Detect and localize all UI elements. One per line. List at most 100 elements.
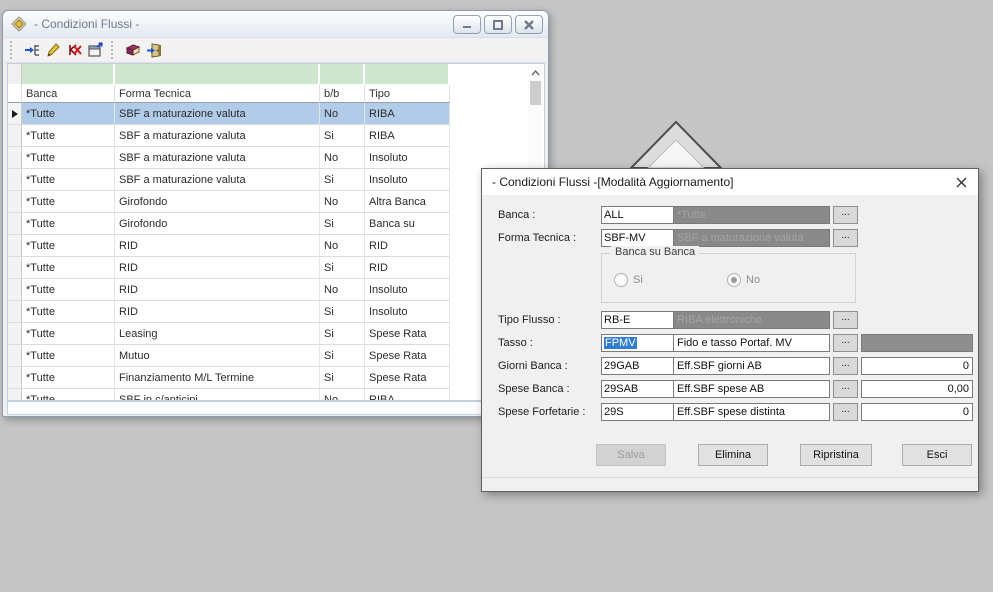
delete-record-button[interactable]: [63, 40, 84, 60]
table-row[interactable]: *TutteSBF in c/anticipiNoRIBA: [8, 389, 450, 401]
cell[interactable]: RID: [115, 279, 320, 301]
cell[interactable]: SBF a maturazione valuta: [115, 147, 320, 169]
cell[interactable]: RID: [115, 301, 320, 323]
table-row[interactable]: *TutteSBF a maturazione valutaSiRIBA: [8, 125, 450, 147]
table-row[interactable]: *TutteGirofondoNoAltra Banca: [8, 191, 450, 213]
cell[interactable]: Si: [320, 345, 365, 367]
cell[interactable]: RID: [115, 257, 320, 279]
row-selector-cell[interactable]: [8, 301, 22, 323]
scroll-up-button[interactable]: [528, 67, 543, 79]
filter-cell-bb[interactable]: [320, 64, 365, 85]
cell[interactable]: SBF a maturazione valuta: [115, 169, 320, 191]
lookup-ellipsis-button[interactable]: ...: [833, 311, 858, 329]
cell[interactable]: Leasing: [115, 323, 320, 345]
cell[interactable]: *Tutte: [22, 345, 115, 367]
table-row[interactable]: *TutteRIDSiRID: [8, 257, 450, 279]
cell[interactable]: No: [320, 103, 365, 125]
properties-button[interactable]: [84, 40, 105, 60]
cell[interactable]: No: [320, 279, 365, 301]
table-row[interactable]: *TutteGirofondoSiBanca su: [8, 213, 450, 235]
cell[interactable]: Spese Rata: [365, 367, 450, 389]
row-selector-cell[interactable]: [8, 103, 22, 125]
cell[interactable]: No: [320, 191, 365, 213]
exit-button[interactable]: [143, 40, 164, 60]
maximize-button[interactable]: [484, 15, 512, 34]
code-input[interactable]: ALL: [601, 206, 674, 224]
cell[interactable]: Girofondo: [115, 191, 320, 213]
cell[interactable]: Spese Rata: [365, 323, 450, 345]
main-titlebar[interactable]: - Condizioni Flussi -: [3, 11, 548, 38]
cell[interactable]: *Tutte: [22, 125, 115, 147]
filter-cell-formatecnica[interactable]: [115, 64, 320, 85]
cell[interactable]: No: [320, 389, 365, 401]
cell[interactable]: Banca su: [365, 213, 450, 235]
cell[interactable]: *Tutte: [22, 279, 115, 301]
value-input[interactable]: 0,00: [861, 380, 973, 398]
row-selector-cell[interactable]: [8, 323, 22, 345]
cell[interactable]: *Tutte: [22, 213, 115, 235]
cell[interactable]: Si: [320, 213, 365, 235]
cell[interactable]: *Tutte: [22, 191, 115, 213]
description-field[interactable]: Eff.SBF spese AB: [673, 380, 830, 398]
table-row[interactable]: *TutteMutuoSiSpese Rata: [8, 345, 450, 367]
row-selector-cell[interactable]: [8, 279, 22, 301]
code-input[interactable]: 29S: [601, 403, 674, 421]
row-selector-cell[interactable]: [8, 235, 22, 257]
row-selector-cell[interactable]: [8, 213, 22, 235]
lookup-ellipsis-button[interactable]: ...: [833, 357, 858, 375]
minimize-button[interactable]: [453, 15, 481, 34]
cell[interactable]: Spese Rata: [365, 345, 450, 367]
cell[interactable]: No: [320, 235, 365, 257]
lookup-ellipsis-button[interactable]: ...: [833, 380, 858, 398]
help-book-button[interactable]: [122, 40, 143, 60]
cell[interactable]: Insoluto: [365, 147, 450, 169]
table-row[interactable]: *TutteSBF a maturazione valutaSiInsoluto: [8, 169, 450, 191]
cell[interactable]: Altra Banca: [365, 191, 450, 213]
cell[interactable]: *Tutte: [22, 257, 115, 279]
lookup-ellipsis-button[interactable]: ...: [833, 206, 858, 224]
cell[interactable]: Si: [320, 301, 365, 323]
description-field[interactable]: Eff.SBF giorni AB: [673, 357, 830, 375]
code-input[interactable]: 29SAB: [601, 380, 674, 398]
cell[interactable]: Si: [320, 367, 365, 389]
cell[interactable]: *Tutte: [22, 147, 115, 169]
cell[interactable]: RIBA: [365, 389, 450, 401]
cell[interactable]: SBF a maturazione valuta: [115, 125, 320, 147]
esci-button[interactable]: Esci: [902, 444, 972, 466]
cell[interactable]: Si: [320, 169, 365, 191]
value-input[interactable]: 0: [861, 357, 973, 375]
table-row[interactable]: *TutteSBF a maturazione valutaNoRIBA: [8, 103, 450, 125]
dialog-titlebar[interactable]: - Condizioni Flussi -[Modalità Aggiornam…: [482, 169, 978, 196]
table-row[interactable]: *TutteRIDNoRID: [8, 235, 450, 257]
cell[interactable]: *Tutte: [22, 103, 115, 125]
close-button[interactable]: [515, 15, 543, 34]
lookup-ellipsis-button[interactable]: ...: [833, 334, 858, 352]
filter-cell-banca[interactable]: [22, 64, 115, 85]
cell[interactable]: RIBA: [365, 125, 450, 147]
code-input[interactable]: RB-E: [601, 311, 674, 329]
table-row[interactable]: *TutteSBF a maturazione valutaNoInsoluto: [8, 147, 450, 169]
cell[interactable]: RID: [365, 257, 450, 279]
description-field[interactable]: Eff.SBF spese distinta: [673, 403, 830, 421]
cell[interactable]: Insoluto: [365, 169, 450, 191]
table-row[interactable]: *TutteFinanziamento M/L TermineSiSpese R…: [8, 367, 450, 389]
cell[interactable]: *Tutte: [22, 169, 115, 191]
edit-button[interactable]: [42, 40, 63, 60]
table-row[interactable]: *TutteLeasingSiSpese Rata: [8, 323, 450, 345]
row-selector-cell[interactable]: [8, 389, 22, 401]
cell[interactable]: *Tutte: [22, 367, 115, 389]
column-header-banca[interactable]: Banca: [22, 85, 115, 103]
description-field[interactable]: Fido e tasso Portaf. MV: [673, 334, 830, 352]
row-selector-cell[interactable]: [8, 191, 22, 213]
filter-cell-tipo[interactable]: [365, 64, 450, 85]
cell[interactable]: Si: [320, 125, 365, 147]
column-header-formatecnica[interactable]: Forma Tecnica: [115, 85, 320, 103]
scroll-thumb[interactable]: [530, 81, 541, 105]
code-input[interactable]: 29GAB: [601, 357, 674, 375]
column-header-tipo[interactable]: Tipo: [365, 85, 450, 103]
row-selector-cell[interactable]: [8, 367, 22, 389]
row-selector-cell[interactable]: [8, 257, 22, 279]
cell[interactable]: RIBA: [365, 103, 450, 125]
dialog-close-button[interactable]: [944, 169, 978, 195]
cell[interactable]: Insoluto: [365, 279, 450, 301]
